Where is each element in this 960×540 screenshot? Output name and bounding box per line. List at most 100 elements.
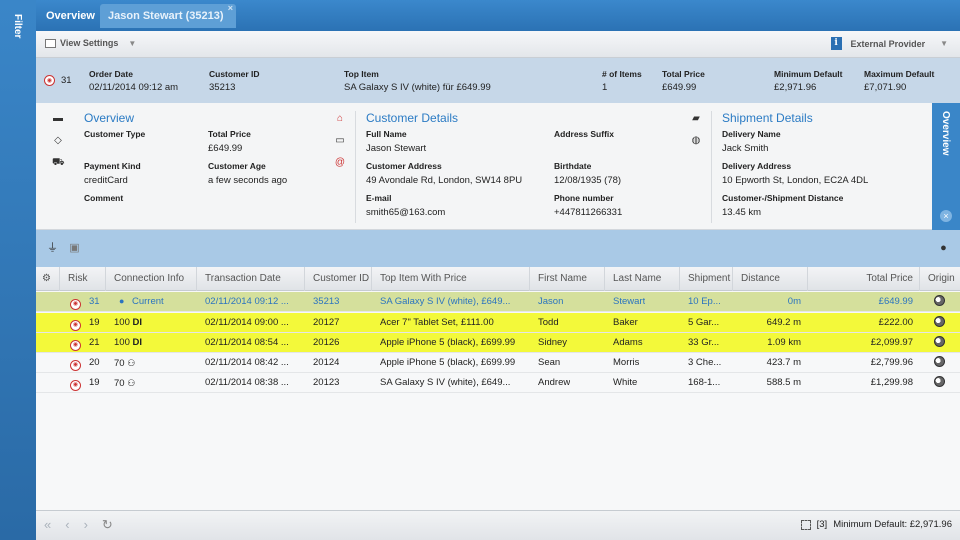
table-row[interactable]: ◉ 20 70 ⚇ 02/11/2014 08:42 ... 20124 App…	[36, 353, 960, 373]
column-risk[interactable]: Risk	[60, 267, 106, 291]
prev-page-icon[interactable]: ‹	[65, 517, 69, 533]
shipment-icons: ▰ ◍	[690, 113, 702, 147]
value: Jack Smith	[722, 143, 769, 154]
connection-info: 100 DI	[114, 313, 142, 333]
refresh-icon[interactable]: ↻	[102, 517, 113, 533]
keyboard-icon: ▭	[335, 135, 345, 146]
tab-jason-stewart[interactable]: Jason Stewart (35213) ×	[100, 3, 236, 28]
label: Order Date	[89, 69, 133, 79]
maximum-default: Maximum Default £7,071.90	[864, 69, 934, 93]
customer-id: 20123	[313, 377, 340, 388]
column-top-item[interactable]: Top Item With Price	[372, 267, 530, 291]
value: +447811266331	[554, 207, 623, 218]
label: # of Items	[602, 69, 642, 79]
customer-age: Customer Age a few seconds ago	[208, 161, 287, 186]
label: Full Name	[366, 129, 407, 139]
close-icon[interactable]: ×	[228, 3, 233, 13]
risk-icon: ◉	[70, 334, 81, 354]
cart-icon: ⛟	[52, 157, 65, 168]
tab-label: Jason Stewart (35213)	[108, 10, 224, 22]
user-icon[interactable]: ●	[937, 242, 950, 255]
column-transaction-date[interactable]: Transaction Date	[197, 267, 305, 291]
label: Customer Type	[84, 129, 146, 139]
table-row[interactable]: ◉ 21 100 DI 02/11/2014 08:54 ... 20126 A…	[36, 333, 960, 353]
email: E-mail smith65@163.com	[366, 193, 445, 218]
delivery-address: Delivery Address 10 Epworth St, London, …	[722, 161, 868, 186]
connection-num: 100	[114, 337, 130, 348]
value: £649.99	[208, 143, 243, 154]
customer-details-title: Customer Details	[366, 111, 459, 125]
connection-info: 70 ⚇	[114, 353, 135, 373]
total-price: Total Price £649.99	[662, 69, 705, 93]
connection-info: ● Current	[119, 292, 164, 312]
truck-icon: ▰	[692, 113, 700, 124]
first-name: Sidney	[538, 337, 568, 348]
overview-icons: ▬ ◇ ⛟	[52, 113, 65, 169]
column-first-name[interactable]: First Name	[530, 267, 605, 291]
filter-strip[interactable]: Filter	[0, 0, 36, 540]
group-icon: ⚇	[127, 378, 136, 388]
table-row[interactable]: ◉ 19 100 DI 02/11/2014 09:00 ... 20127 A…	[36, 313, 960, 333]
risk-badge: ◉ 31	[44, 75, 72, 86]
risk: 19	[89, 377, 100, 388]
email-icon: @	[334, 157, 346, 168]
customer-type: Customer Type	[84, 129, 145, 143]
risk: 21	[89, 337, 100, 348]
value: SA Galaxy S IV (white) für £649.99	[344, 82, 491, 93]
risk: 20	[89, 357, 100, 368]
settings-icon[interactable]: ⚙	[36, 267, 60, 291]
external-provider-select[interactable]: i External Provider ▼	[830, 37, 948, 50]
column-distance[interactable]: Distance	[733, 267, 808, 291]
next-page-icon[interactable]: ›	[84, 517, 88, 533]
filter-label[interactable]: Filter	[12, 14, 23, 38]
grid-icon	[45, 38, 56, 48]
label: Customer Address	[366, 161, 442, 171]
origin-icon	[934, 333, 945, 353]
column-total-price[interactable]: Total Price	[808, 267, 920, 291]
connection-num: 70	[114, 378, 125, 389]
origin-icon	[934, 292, 945, 312]
column-connection-info[interactable]: Connection Info	[106, 267, 197, 291]
last-name: Morris	[613, 357, 640, 368]
value: 35213	[209, 82, 236, 93]
shipment-details-title: Shipment Details	[722, 111, 813, 125]
full-name: Full Name Jason Stewart	[366, 129, 426, 154]
filter-icon[interactable]: ⏚	[46, 242, 59, 255]
table-row[interactable]: ◉ 19 70 ⚇ 02/11/2014 08:38 ... 20123 SA …	[36, 373, 960, 393]
column-shipment[interactable]: Shipment	[680, 267, 733, 291]
column-customer-id[interactable]: Customer ID	[305, 267, 372, 291]
label: Total Price	[208, 129, 251, 139]
tab-overview[interactable]: Overview	[38, 4, 98, 28]
label: Delivery Name	[722, 129, 781, 139]
column-last-name[interactable]: Last Name	[605, 267, 680, 291]
label: Maximum Default	[864, 69, 935, 79]
value: creditCard	[84, 175, 128, 186]
risk-icon: ◉	[70, 374, 81, 394]
view-settings-button[interactable]: View Settings ▼	[45, 38, 136, 48]
info-icon[interactable]: i	[830, 37, 842, 50]
phone-number: Phone number +447811266331	[554, 193, 622, 218]
overview-side-label[interactable]: Overview	[940, 111, 951, 155]
value: smith65@163.com	[366, 207, 446, 218]
chevron-down-icon: ▼	[940, 39, 948, 48]
label: Minimum Default	[774, 69, 843, 79]
risk-icon: ◉	[70, 354, 81, 374]
customer-id: 20126	[313, 337, 340, 348]
table-row[interactable]: ◉ 31 ● Current 02/11/2014 09:12 ... 35213…	[36, 292, 960, 312]
overview-side-panel[interactable]: Overview ×	[932, 103, 960, 230]
close-icon[interactable]: ×	[940, 210, 952, 222]
transaction-date: 02/11/2014 08:54 ...	[205, 337, 289, 348]
value: 12/08/1935 (78)	[554, 175, 622, 186]
connection-text: DI	[132, 317, 143, 328]
risk: 19	[89, 317, 100, 328]
column-origin[interactable]: Origin	[920, 267, 960, 291]
save-icon[interactable]: ▣	[68, 242, 81, 255]
risk-icon: ◉	[44, 75, 55, 86]
first-page-icon[interactable]: «	[44, 517, 51, 533]
footer: « ‹ › ↻ [3] Minimum Default: £2,971.96	[36, 510, 960, 540]
value: 02/11/2014 09:12 am	[89, 82, 179, 93]
overview-total-price: Total Price £649.99	[208, 129, 251, 154]
value: a few seconds ago	[208, 175, 288, 186]
value: 13.45 km	[722, 207, 762, 218]
comment: Comment	[84, 193, 123, 207]
